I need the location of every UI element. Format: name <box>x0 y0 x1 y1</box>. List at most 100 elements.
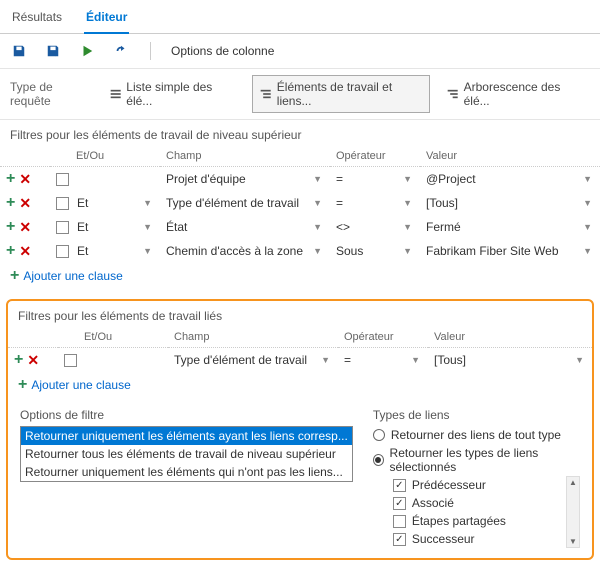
operator-dropdown[interactable]: =▼ <box>336 196 414 210</box>
link-types-selected-label: Retourner les types de liens sélectionné… <box>390 446 580 474</box>
save-icon[interactable] <box>10 42 28 60</box>
checkbox-icon <box>393 533 406 546</box>
value-dropdown[interactable]: [Tous]▼ <box>426 196 594 210</box>
query-type-links[interactable]: Éléments de travail et liens... <box>252 75 430 113</box>
link-type-item[interactable]: Étapes partagées <box>373 512 560 530</box>
tab-editor[interactable]: Éditeur <box>84 6 129 34</box>
field-dropdown[interactable]: État▼ <box>166 220 324 234</box>
insert-clause-icon[interactable]: + <box>6 242 15 260</box>
checkbox-icon <box>393 497 406 510</box>
filter-row: +✕ Type d'élément de travail▼ =▼ [Tous]▼ <box>8 348 592 373</box>
field-dropdown[interactable]: Chemin d'accès à la zone▼ <box>166 244 324 258</box>
operator-dropdown[interactable]: <> ▼ <box>336 220 414 234</box>
row-checkbox[interactable] <box>56 197 69 210</box>
query-type-label: Type de requête <box>10 80 93 108</box>
scrollbar[interactable]: ▲ ▼ <box>566 476 580 548</box>
andor-value: Et <box>77 244 88 258</box>
col-field: Champ <box>160 146 330 167</box>
tab-results[interactable]: Résultats <box>10 6 64 33</box>
query-type-tree-label: Arborescence des élé... <box>464 80 584 108</box>
row-checkbox[interactable] <box>64 354 77 367</box>
remove-clause-icon[interactable]: ✕ <box>19 219 31 236</box>
chevron-down-icon: ▼ <box>313 198 322 208</box>
insert-clause-icon[interactable]: + <box>6 194 15 212</box>
remove-clause-icon[interactable]: ✕ <box>19 195 31 212</box>
field-dropdown[interactable]: Projet d'équipe ▼ <box>166 172 324 186</box>
filter-option-item[interactable]: Retourner uniquement les éléments ayant … <box>21 427 352 445</box>
add-clause-linked[interactable]: + Ajouter une clause <box>8 372 592 404</box>
radio-icon <box>373 429 385 441</box>
field-value: État <box>166 220 187 234</box>
value-dropdown[interactable]: [Tous]▼ <box>434 353 586 367</box>
radio-icon <box>373 454 384 466</box>
query-type-flat[interactable]: Liste simple des élé... <box>103 76 243 112</box>
operator-value: Sous <box>336 244 363 258</box>
col-operator: Opérateur <box>330 146 420 167</box>
andor-dropdown[interactable]: Et▼ <box>77 244 154 258</box>
remove-clause-icon[interactable]: ✕ <box>19 243 31 260</box>
operator-dropdown[interactable]: Sous ▼ <box>336 244 414 258</box>
chevron-down-icon: ▼ <box>403 174 412 184</box>
operator-value: = <box>336 172 343 186</box>
insert-clause-icon[interactable]: + <box>6 170 15 188</box>
filter-row: +✕ Et▼ État▼ <> ▼ Fermé▼ <box>0 215 600 239</box>
insert-clause-icon[interactable]: + <box>14 351 23 369</box>
link-type-label: Successeur <box>412 532 475 546</box>
chevron-down-icon: ▼ <box>313 174 322 184</box>
chevron-down-icon: ▼ <box>583 198 592 208</box>
field-value: Type d'élément de travail <box>174 353 307 367</box>
insert-clause-icon[interactable]: + <box>6 218 15 236</box>
link-type-item[interactable]: Successeur <box>373 530 560 548</box>
andor-value: Et <box>77 220 88 234</box>
chevron-down-icon: ▼ <box>403 222 412 232</box>
operator-dropdown[interactable]: =▼ <box>344 353 422 367</box>
link-type-item[interactable]: Associé <box>373 494 560 512</box>
field-dropdown[interactable]: Type d'élément de travail ▼ <box>166 196 324 210</box>
value-value: Fermé <box>426 220 461 234</box>
chevron-down-icon: ▼ <box>403 246 412 256</box>
value-dropdown[interactable]: @Project▼ <box>426 172 594 186</box>
col-andor-l: Et/Ou <box>58 327 168 348</box>
scroll-up-icon[interactable]: ▲ <box>567 477 579 488</box>
link-type-item[interactable]: Prédécesseur <box>373 476 560 494</box>
value-dropdown[interactable]: Fermé▼ <box>426 220 594 234</box>
col-value-l: Valeur <box>428 327 592 348</box>
run-icon[interactable] <box>78 42 96 60</box>
andor-dropdown[interactable]: Et▼ <box>77 196 154 210</box>
operator-value: <> <box>336 220 350 234</box>
col-value: Valeur <box>420 146 600 167</box>
linked-filters-title: Filtres pour les éléments de travail lié… <box>8 301 592 327</box>
remove-clause-icon[interactable]: ✕ <box>19 171 31 188</box>
value-value: Fabrikam Fiber Site Web <box>426 244 559 258</box>
link-types-selected[interactable]: Retourner les types de liens sélectionné… <box>373 444 580 476</box>
value-dropdown[interactable]: Fabrikam Fiber Site Web▼ <box>426 244 594 258</box>
undo-icon[interactable] <box>112 42 130 60</box>
field-value: Type d'élément de travail <box>166 196 299 210</box>
row-checkbox[interactable] <box>56 173 69 186</box>
plus-icon: + <box>18 376 27 394</box>
value-value: @Project <box>426 172 476 186</box>
row-checkbox[interactable] <box>56 221 69 234</box>
chevron-down-icon: ▼ <box>143 198 152 208</box>
andor-dropdown[interactable]: Et▼ <box>77 220 154 234</box>
remove-clause-icon[interactable]: ✕ <box>27 352 39 369</box>
link-types-title: Types de liens <box>373 408 580 422</box>
operator-dropdown[interactable]: =▼ <box>336 172 414 186</box>
link-type-label: Prédécesseur <box>412 478 486 492</box>
filter-option-item[interactable]: Retourner tous les éléments de travail d… <box>21 445 352 463</box>
field-value: Projet d'équipe <box>166 172 246 186</box>
column-options-link[interactable]: Options de colonne <box>171 44 274 58</box>
filter-option-item[interactable]: Retourner uniquement les éléments qui n'… <box>21 463 352 481</box>
save-as-icon[interactable] <box>44 42 62 60</box>
row-checkbox[interactable] <box>56 245 69 258</box>
filter-options-listbox[interactable]: Retourner uniquement les éléments ayant … <box>20 426 353 482</box>
scroll-down-icon[interactable]: ▼ <box>567 536 579 547</box>
add-clause-linked-label: Ajouter une clause <box>31 378 130 392</box>
link-types-any-label: Retourner des liens de tout type <box>391 428 561 442</box>
field-dropdown[interactable]: Type d'élément de travail▼ <box>174 353 332 367</box>
filter-options-title: Options de filtre <box>20 408 353 422</box>
field-value: Chemin d'accès à la zone <box>166 244 303 258</box>
add-clause-top[interactable]: + Ajouter une clause <box>0 263 600 295</box>
link-types-any[interactable]: Retourner des liens de tout type <box>373 426 580 444</box>
query-type-tree[interactable]: Arborescence des élé... <box>440 76 590 112</box>
